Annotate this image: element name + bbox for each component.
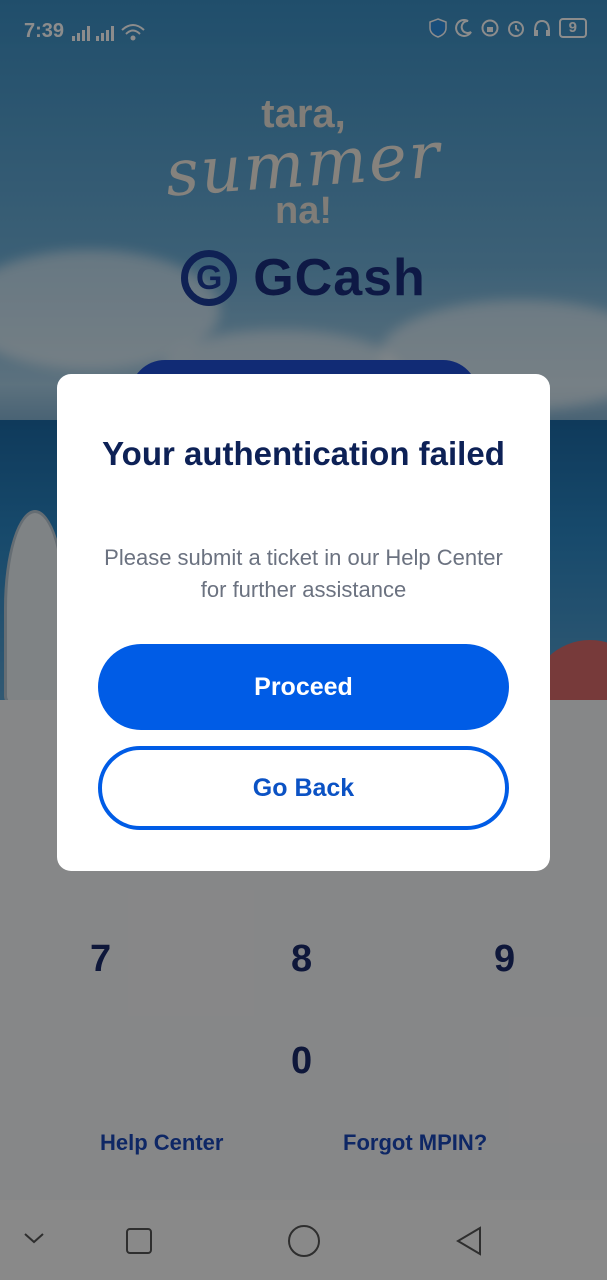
dialog-message: Please submit a ticket in our Help Cente… bbox=[104, 545, 503, 602]
dialog-title: Your authentication failed bbox=[102, 435, 505, 472]
auth-failed-dialog: Your authentication failed Please submit… bbox=[57, 374, 550, 871]
proceed-button[interactable]: Proceed bbox=[98, 644, 509, 730]
go-back-button[interactable]: Go Back bbox=[98, 746, 509, 830]
